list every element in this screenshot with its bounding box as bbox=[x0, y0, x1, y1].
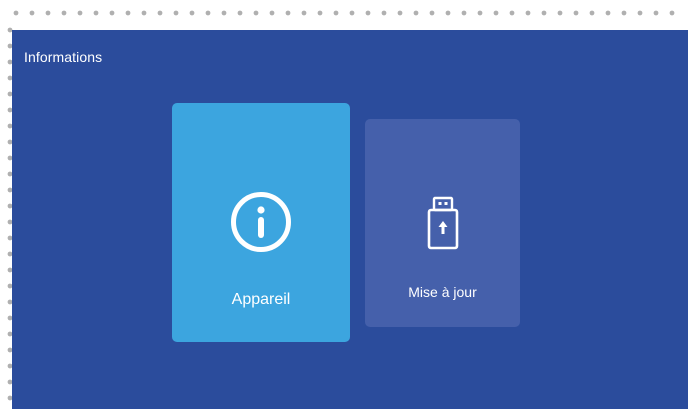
device-info-label: Appareil bbox=[231, 291, 291, 308]
window-frame: Informations Appareil Mise à jour bbox=[0, 0, 688, 409]
info-icon bbox=[172, 191, 350, 253]
dotted-border-top bbox=[13, 10, 675, 16]
software-update-tile[interactable]: Mise à jour bbox=[365, 119, 520, 327]
page-title: Informations bbox=[24, 49, 103, 65]
software-update-label: Mise à jour bbox=[408, 284, 477, 300]
info-screen: Informations Appareil Mise à jour bbox=[12, 30, 688, 409]
device-info-tile[interactable]: Appareil bbox=[172, 103, 350, 342]
usb-update-icon bbox=[365, 196, 520, 250]
